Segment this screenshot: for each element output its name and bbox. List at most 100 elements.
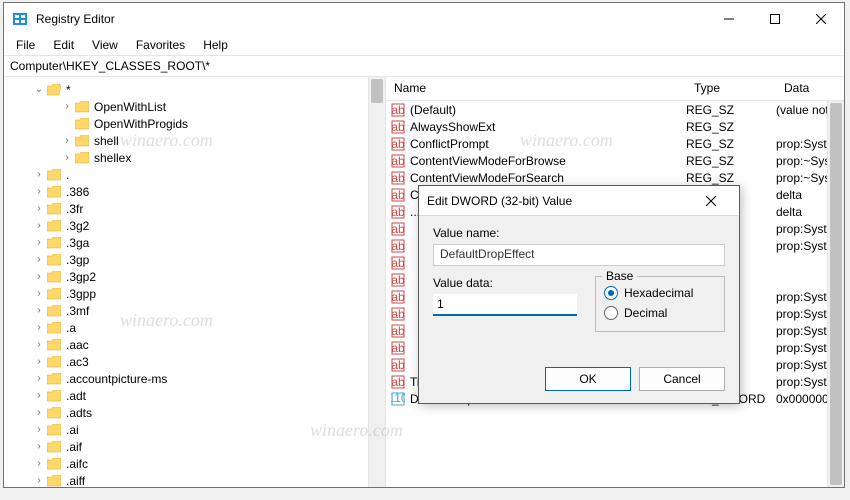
folder-icon	[46, 270, 62, 284]
address-text: Computer\HKEY_CLASSES_ROOT\*	[10, 59, 210, 73]
tree-item[interactable]: .aif	[66, 440, 82, 454]
chevron-right-icon[interactable]: ›	[32, 458, 46, 469]
ok-button[interactable]: OK	[545, 367, 631, 391]
chevron-right-icon[interactable]: ›	[32, 203, 46, 214]
radio-decimal[interactable]: Decimal	[604, 303, 716, 323]
chevron-right-icon[interactable]: ›	[32, 424, 46, 435]
tree-item[interactable]: .3gp	[66, 253, 89, 267]
string-value-icon: ab	[390, 272, 406, 288]
close-button[interactable]	[798, 3, 844, 35]
string-value-icon: ab	[390, 289, 406, 305]
chevron-right-icon[interactable]: ›	[32, 237, 46, 248]
value-row[interactable]: abContentViewModeForBrowseREG_SZprop:~Sy…	[386, 152, 844, 169]
svg-text:ab: ab	[391, 120, 405, 134]
folder-icon	[46, 253, 62, 267]
chevron-right-icon[interactable]: ›	[32, 271, 46, 282]
title-bar[interactable]: Registry Editor	[4, 3, 844, 35]
value-data-input[interactable]	[433, 294, 577, 316]
tree-item[interactable]: *	[66, 83, 71, 97]
tree-item[interactable]: .ac3	[66, 355, 89, 369]
svg-text:ab: ab	[391, 358, 405, 372]
tree-item[interactable]: shellex	[94, 151, 131, 165]
chevron-right-icon[interactable]: ›	[60, 135, 74, 146]
svg-text:ab: ab	[391, 171, 405, 185]
column-type[interactable]: Type	[686, 77, 776, 100]
svg-text:ab: ab	[391, 154, 405, 168]
folder-icon	[46, 423, 62, 437]
tree-item[interactable]: OpenWithProgids	[94, 117, 188, 131]
tree-item[interactable]: .aifc	[66, 457, 88, 471]
tree-scrollbar[interactable]	[368, 77, 385, 487]
chevron-right-icon[interactable]: ›	[32, 356, 46, 367]
menu-edit[interactable]: Edit	[45, 36, 82, 54]
chevron-right-icon[interactable]: ›	[32, 407, 46, 418]
cancel-button[interactable]: Cancel	[639, 367, 725, 391]
tree-item[interactable]: .386	[66, 185, 89, 199]
folder-icon	[46, 474, 62, 488]
menu-file[interactable]: File	[8, 36, 43, 54]
minimize-button[interactable]	[706, 3, 752, 35]
tree-item[interactable]: .3g2	[66, 219, 89, 233]
svg-text:ab: ab	[391, 222, 405, 236]
address-bar[interactable]: Computer\HKEY_CLASSES_ROOT\*	[4, 55, 844, 77]
list-scrollbar[interactable]	[827, 101, 844, 487]
tree-pane[interactable]: ⌄ * › OpenWithList › OpenWithProgids › shell › sh…	[4, 77, 386, 487]
folder-icon	[46, 440, 62, 454]
folder-icon	[46, 321, 62, 335]
menu-help[interactable]: Help	[195, 36, 236, 54]
chevron-right-icon[interactable]: ›	[32, 288, 46, 299]
column-data[interactable]: Data	[776, 77, 844, 100]
chevron-right-icon[interactable]: ›	[32, 390, 46, 401]
binary-value-icon: 110	[390, 391, 406, 407]
string-value-icon: ab	[390, 119, 406, 135]
chevron-right-icon[interactable]: ›	[32, 305, 46, 316]
tree-item[interactable]: .3mf	[66, 304, 89, 318]
chevron-right-icon[interactable]: ›	[32, 169, 46, 180]
chevron-right-icon[interactable]: ›	[32, 254, 46, 265]
tree-item[interactable]: .aac	[66, 338, 89, 352]
string-value-icon: ab	[390, 170, 406, 186]
tree-item[interactable]: .3gpp	[66, 287, 96, 301]
tree-item[interactable]: .3fr	[66, 202, 83, 216]
chevron-right-icon[interactable]: ›	[32, 186, 46, 197]
value-type: REG_SZ	[686, 120, 776, 134]
list-header[interactable]: Name Type Data	[386, 77, 844, 101]
value-row[interactable]: abConflictPromptREG_SZprop:System.Item..…	[386, 135, 844, 152]
svg-text:ab: ab	[391, 290, 405, 304]
dialog-title-bar[interactable]: Edit DWORD (32-bit) Value	[419, 186, 739, 216]
tree-item[interactable]: .	[66, 168, 69, 182]
tree-item[interactable]: .ai	[66, 423, 79, 437]
svg-text:ab: ab	[391, 256, 405, 270]
chevron-right-icon[interactable]: ›	[32, 441, 46, 452]
string-value-icon: ab	[390, 255, 406, 271]
chevron-right-icon[interactable]: ›	[60, 101, 74, 112]
chevron-right-icon[interactable]: ›	[32, 220, 46, 231]
value-row[interactable]: abContentViewModeForSearchREG_SZprop:~Sy…	[386, 169, 844, 186]
chevron-right-icon[interactable]: ›	[60, 152, 74, 163]
tree-item[interactable]: OpenWithList	[94, 100, 166, 114]
dialog-close-button[interactable]	[691, 186, 731, 215]
chevron-right-icon[interactable]: ›	[32, 475, 46, 486]
value-row[interactable]: abAlwaysShowExtREG_SZ	[386, 118, 844, 135]
radio-hexadecimal[interactable]: Hexadecimal	[604, 283, 716, 303]
chevron-right-icon[interactable]: ›	[32, 322, 46, 333]
column-name[interactable]: Name	[386, 77, 686, 100]
value-row[interactable]: ab(Default)REG_SZ(value not set)	[386, 101, 844, 118]
tree-item[interactable]: .3gp2	[66, 270, 96, 284]
chevron-right-icon[interactable]: ›	[32, 339, 46, 350]
string-value-icon: ab	[390, 187, 406, 203]
maximize-button[interactable]	[752, 3, 798, 35]
menu-view[interactable]: View	[84, 36, 126, 54]
tree-item[interactable]: .aiff	[66, 474, 85, 488]
tree-item[interactable]: shell	[94, 134, 119, 148]
tree-item[interactable]: .accountpicture-ms	[66, 372, 167, 386]
value-type: REG_SZ	[686, 171, 776, 185]
string-value-icon: ab	[390, 102, 406, 118]
chevron-down-icon[interactable]: ⌄	[32, 84, 46, 95]
tree-item[interactable]: .a	[66, 321, 76, 335]
menu-favorites[interactable]: Favorites	[128, 36, 193, 54]
chevron-right-icon[interactable]: ›	[32, 373, 46, 384]
tree-item[interactable]: .adts	[66, 406, 92, 420]
tree-item[interactable]: .adt	[66, 389, 86, 403]
tree-item[interactable]: .3ga	[66, 236, 89, 250]
